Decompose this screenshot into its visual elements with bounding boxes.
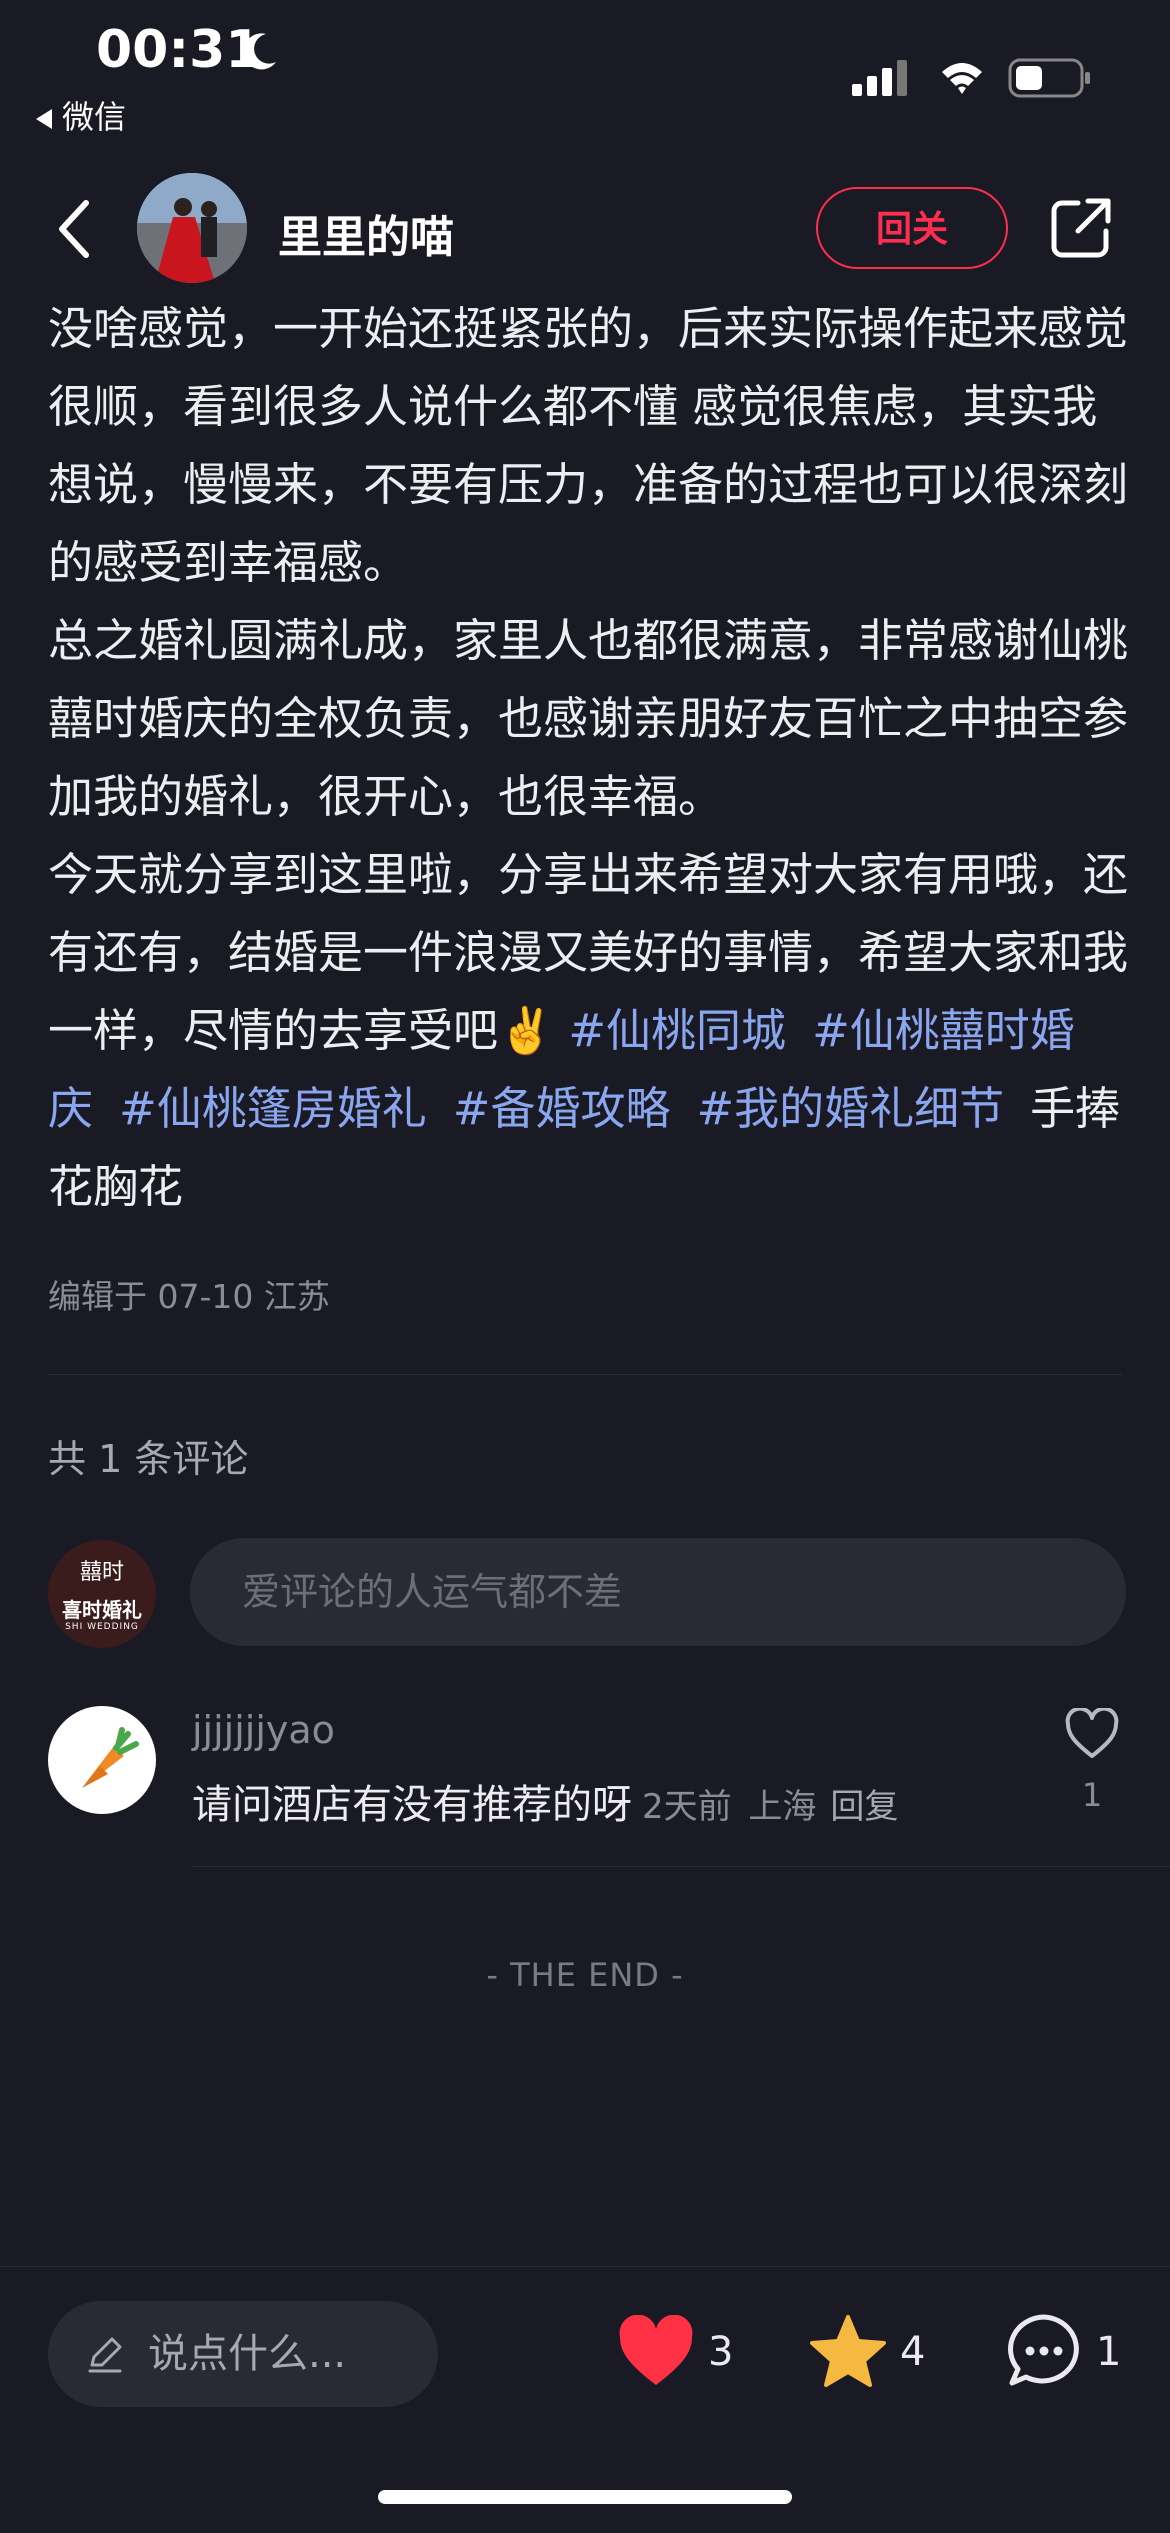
author-name[interactable]: 里里的喵 (278, 201, 454, 265)
hashtag-link[interactable]: #备婚攻略 (453, 1082, 671, 1135)
back-triangle-icon (36, 109, 52, 129)
moon-icon (243, 33, 276, 70)
comment-bubble-icon (1008, 2314, 1079, 2386)
like-count: 3 (708, 2329, 734, 2375)
comment-input[interactable]: 爱评论的人运气都不差 (190, 1538, 1126, 1646)
avatar-logo-text: 囍时 (79, 1560, 124, 1585)
back-to-wechat[interactable]: 微信 (36, 92, 126, 138)
hashtag-link[interactable]: #仙桃篷房婚礼 (119, 1082, 427, 1135)
post-paragraph: 总之婚礼圆满礼成，家里人也都很满意，非常感谢仙桃囍时婚庆的全权负责，也感谢亲朋好… (48, 614, 1129, 823)
comment-like-count: 1 (1081, 1776, 1103, 1814)
cellular-signal-icon (852, 60, 907, 96)
say-something-input[interactable]: 说点什么... (48, 2301, 438, 2407)
hashtag-link[interactable]: #我的婚礼细节 (696, 1082, 1004, 1135)
comment-count: 共 1 条评论 (48, 1437, 249, 1481)
commenter-username[interactable]: jjjjjjjyao (192, 1708, 335, 1752)
divider (48, 1374, 1122, 1375)
back-arrow-icon[interactable] (50, 197, 100, 261)
say-something-placeholder: 说点什么... (148, 2331, 347, 2377)
hashtag-link[interactable]: #仙桃同城 (568, 1004, 786, 1057)
follow-back-button[interactable]: 回关 (816, 187, 1008, 269)
comment-time: 2天前 (642, 1787, 732, 1827)
carrot-icon (82, 1727, 139, 1788)
heart-filled-icon (619, 2315, 693, 2385)
comment-count-bottom: 1 (1096, 2329, 1122, 2375)
post-paragraph: 今天就分享到这里啦，分享出来希望对大家有用哦，还有还有，结婚是一件浪漫又美好的事… (48, 848, 1129, 1213)
battery-icon (1008, 58, 1090, 98)
post-paragraph: 没啥感觉，一开始还挺紧张的，后来实际操作起来感觉很顺，看到很多人说什么都不懂 感… (48, 302, 1129, 589)
share-icon[interactable] (1048, 195, 1114, 261)
post-content: 没啥感觉，一开始还挺紧张的，后来实际操作起来感觉很顺，看到很多人说什么都不懂 感… (48, 290, 1128, 1226)
top-nav-bar: 里里的喵 回关 (0, 165, 1170, 295)
star-filled-icon (810, 2315, 886, 2387)
avatar-brand-text: 喜时婚礼 (62, 1598, 142, 1622)
status-time: 00:31 (96, 20, 262, 80)
favorite-button[interactable]: 4 (808, 2307, 938, 2397)
author-avatar[interactable] (137, 173, 247, 283)
home-indicator[interactable] (378, 2490, 792, 2504)
pen-icon (88, 2337, 122, 2373)
post-edit-meta: 编辑于 07-10 江苏 (48, 1277, 330, 1316)
like-button[interactable]: 3 (616, 2307, 746, 2397)
commenter-avatar[interactable] (48, 1706, 156, 1814)
comment-divider (192, 1866, 1170, 1867)
avatar-photo-icon (137, 173, 247, 283)
comment-text: 请问酒店有没有推荐的呀 2天前 上海 回复 (192, 1782, 899, 1828)
reply-button[interactable]: 回复 (830, 1787, 898, 1827)
status-bar: 00:31 微信 (0, 0, 1170, 150)
avatar-brand-sub: SHI WEDDING (65, 1622, 139, 1632)
comment-button[interactable]: 1 (1004, 2307, 1134, 2397)
comment-location: 上海 (748, 1787, 817, 1827)
favorite-count: 4 (900, 2329, 926, 2375)
back-app-label: 微信 (62, 98, 127, 136)
end-marker: - THE END - (486, 1956, 684, 1994)
wifi-icon (942, 63, 982, 94)
comment-like-heart-icon[interactable] (1064, 1708, 1120, 1760)
my-avatar[interactable]: 囍时 喜时婚礼 SHI WEDDING (48, 1540, 156, 1648)
